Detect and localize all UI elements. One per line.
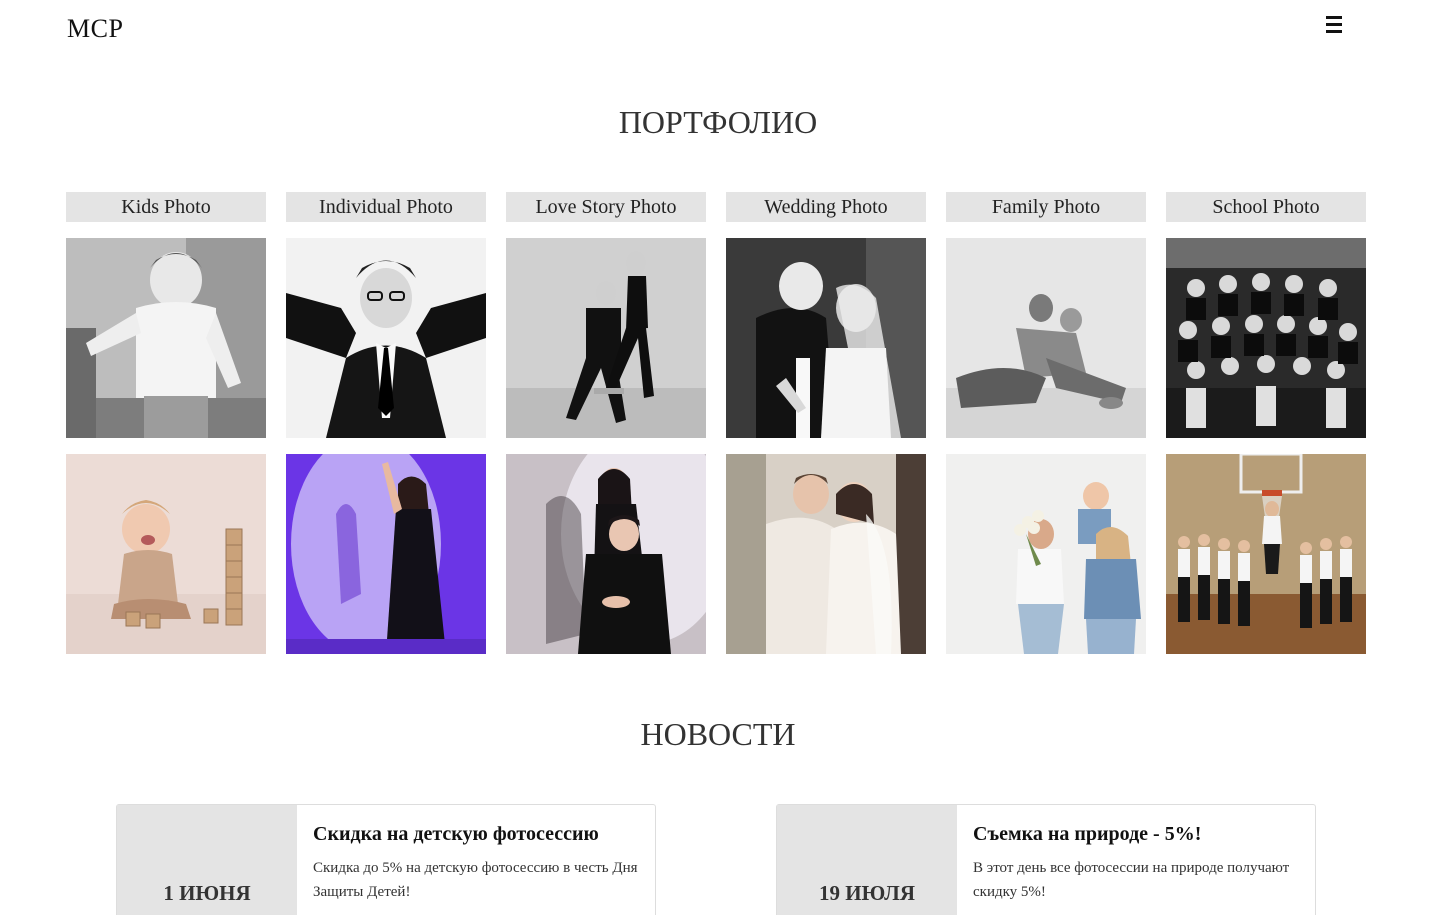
portfolio-photo-row-bw xyxy=(66,238,1366,438)
site-logo[interactable]: MCP xyxy=(67,14,123,44)
photo-family-color[interactable] xyxy=(946,454,1146,654)
photo-school-bw[interactable] xyxy=(1166,238,1366,438)
news-body: Съемка на природе - 5%! В этот день все … xyxy=(957,805,1315,915)
photo-love-story-bw[interactable] xyxy=(506,238,706,438)
hamburger-menu-icon[interactable] xyxy=(1324,14,1346,34)
photo-family-bw[interactable] xyxy=(946,238,1146,438)
photo-kids-color[interactable] xyxy=(66,454,266,654)
news-date-block: 19 ИЮЛЯ xyxy=(777,805,957,915)
photo-individual-bw[interactable] xyxy=(286,238,486,438)
photo-individual-color[interactable] xyxy=(286,454,486,654)
category-wedding-photo[interactable]: Wedding Photo xyxy=(726,192,926,222)
photo-wedding-color[interactable] xyxy=(726,454,926,654)
category-individual-photo[interactable]: Individual Photo xyxy=(286,192,486,222)
category-kids-photo[interactable]: Kids Photo xyxy=(66,192,266,222)
photo-school-color[interactable] xyxy=(1166,454,1366,654)
news-date-block: 1 ИЮНЯ xyxy=(117,805,297,915)
news-date: 19 ИЮЛЯ xyxy=(819,881,915,905)
news-date: 1 ИЮНЯ xyxy=(163,881,251,905)
category-family-photo[interactable]: Family Photo xyxy=(946,192,1146,222)
photo-wedding-bw[interactable] xyxy=(726,238,926,438)
news-card[interactable]: 1 ИЮНЯ Скидка на детскую фотосессию Скид… xyxy=(116,804,656,915)
category-love-story-photo[interactable]: Love Story Photo xyxy=(506,192,706,222)
news-card[interactable]: 19 ИЮЛЯ Съемка на природе - 5%! В этот д… xyxy=(776,804,1316,915)
photo-kids-bw[interactable] xyxy=(66,238,266,438)
category-school-photo[interactable]: School Photo xyxy=(1166,192,1366,222)
photo-love-story-color[interactable] xyxy=(506,454,706,654)
news-body: Скидка на детскую фотосессию Скидка до 5… xyxy=(297,805,655,915)
news-headline[interactable]: Скидка на детскую фотосессию xyxy=(313,823,639,846)
news-title: НОВОСТИ xyxy=(640,716,796,752)
portfolio-title: ПОРТФОЛИО xyxy=(618,104,818,140)
portfolio-categories: Kids Photo Individual Photo Love Story P… xyxy=(66,192,1366,222)
portfolio-photo-row-color xyxy=(66,454,1366,654)
news-text: В этот день все фотосессии на природе по… xyxy=(973,860,1290,900)
news-text: Скидка до 5% на детскую фотосессию в чес… xyxy=(313,860,638,900)
news-headline[interactable]: Съемка на природе - 5%! xyxy=(973,823,1299,846)
